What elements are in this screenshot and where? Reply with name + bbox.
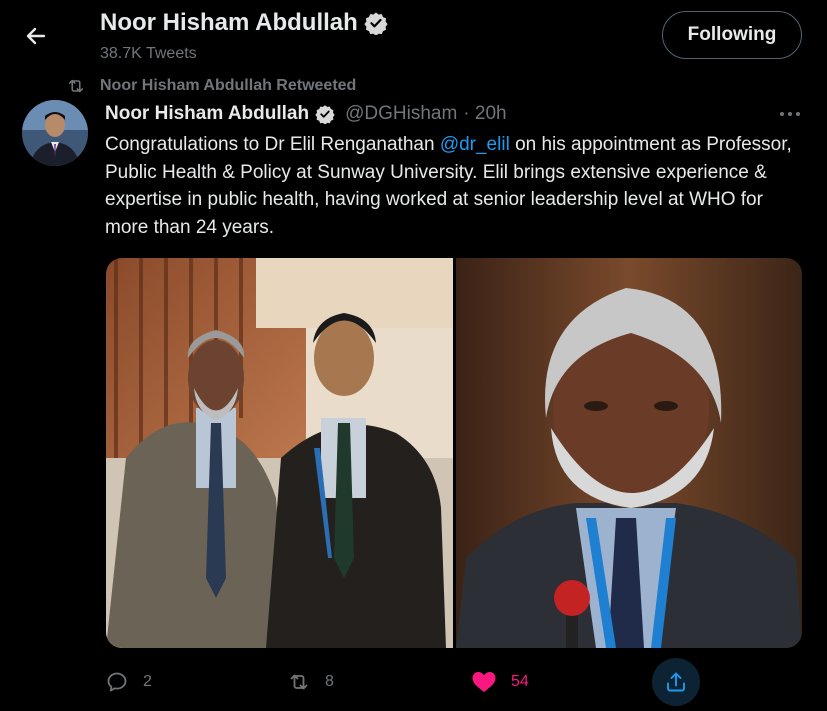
photo-1-image	[106, 258, 453, 648]
tweet-text: Congratulations to Dr Elil Renganathan @…	[105, 131, 805, 241]
retweet-icon	[68, 79, 84, 93]
following-button[interactable]: Following	[662, 11, 802, 59]
reply-count: 2	[143, 673, 152, 690]
reply-button[interactable]: 2	[105, 664, 152, 700]
photo-2-image	[455, 258, 802, 648]
heart-icon	[472, 672, 496, 692]
retweet-icon	[290, 674, 308, 690]
reply-icon	[107, 672, 127, 692]
avatar-image	[22, 100, 88, 166]
author-name[interactable]: Noor Hisham Abdullah	[105, 103, 309, 125]
back-button[interactable]	[18, 18, 54, 54]
profile-name: Noor Hisham Abdullah	[100, 9, 358, 36]
tweet-header: Noor Hisham Abdullah @DGHisham · 20h	[105, 103, 507, 125]
tweet-photo-2[interactable]	[455, 258, 803, 648]
back-arrow-icon	[26, 27, 46, 45]
tweet-text-part1: Congratulations to Dr Elil Renganathan	[105, 134, 440, 155]
header-title: Noor Hisham Abdullah	[100, 9, 388, 37]
more-icon	[780, 112, 800, 116]
profile-header: Noor Hisham Abdullah 38.7K Tweets Follow…	[0, 0, 827, 70]
more-options-button[interactable]	[778, 104, 802, 124]
retweet-indicator: Noor Hisham Abdullah Retweeted	[66, 76, 356, 96]
tweet-actions: 2 8 54	[105, 664, 805, 700]
tweet-photo-1[interactable]	[106, 258, 453, 648]
retweet-count: 8	[325, 673, 334, 690]
verified-badge-icon	[364, 12, 388, 35]
share-button[interactable]	[652, 658, 700, 706]
share-icon	[667, 672, 685, 692]
retweet-label[interactable]: Noor Hisham Abdullah Retweeted	[100, 77, 356, 95]
retweet-button[interactable]: 8	[287, 664, 334, 700]
like-count: 54	[511, 673, 529, 690]
avatar[interactable]	[22, 100, 88, 166]
author-handle[interactable]: @DGHisham	[345, 103, 457, 125]
verified-badge-icon	[315, 105, 335, 124]
tweet-media	[106, 258, 802, 648]
mention-link[interactable]: @dr_elil	[440, 134, 510, 155]
like-button[interactable]: 54	[471, 664, 529, 700]
tweet-count: 38.7K Tweets	[100, 45, 197, 62]
tweet-time[interactable]: · 20h	[463, 103, 506, 125]
